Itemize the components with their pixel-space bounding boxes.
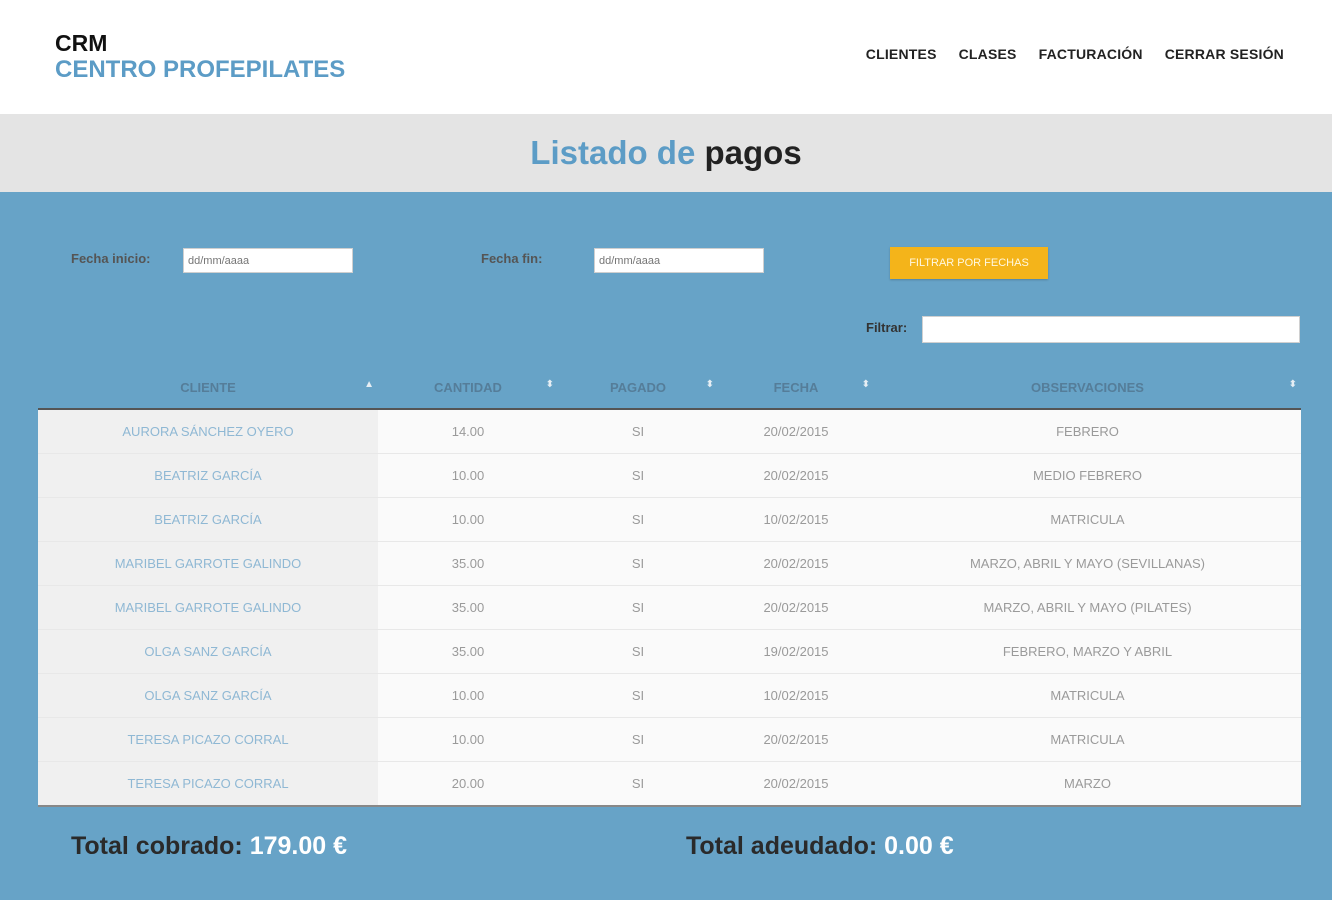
page-title: Listado de pagos	[0, 114, 1332, 192]
table-row: BEATRIZ GARCÍA 10.00 SI 10/02/2015 MATRI…	[38, 497, 1301, 542]
cell-cantidad: 10.00	[378, 453, 558, 498]
cell-cliente[interactable]: OLGA SANZ GARCÍA	[38, 673, 378, 718]
column-header-label: CANTIDAD	[434, 379, 502, 395]
start-date-input[interactable]	[183, 248, 353, 273]
cell-observaciones: MARZO, ABRIL Y MAYO (PILATES)	[874, 585, 1301, 630]
end-date-label: Fecha fin:	[481, 251, 543, 266]
cell-cantidad: 10.00	[378, 673, 558, 718]
table-row: OLGA SANZ GARCÍA 35.00 SI 19/02/2015 FEB…	[38, 629, 1301, 674]
table-row: TERESA PICAZO CORRAL 10.00 SI 20/02/2015…	[38, 717, 1301, 762]
cell-pagado: SI	[558, 541, 718, 586]
column-header-cantidad[interactable]: CANTIDAD ⬍	[378, 366, 558, 410]
cell-fecha: 20/02/2015	[718, 585, 874, 630]
search-label: Filtrar:	[866, 320, 908, 335]
search-input[interactable]	[922, 316, 1300, 343]
cell-cantidad: 35.00	[378, 541, 558, 586]
sort-icon[interactable]: ⬍	[546, 379, 554, 390]
cell-observaciones: MATRICULA	[874, 497, 1301, 542]
total-owed-value: 0.00 €	[884, 832, 954, 860]
header: CRM CENTRO PROFEPILATES CLIENTES CLASES …	[0, 0, 1332, 114]
cell-observaciones: FEBRERO, MARZO Y ABRIL	[874, 629, 1301, 674]
column-header-pagado[interactable]: PAGADO ⬍	[558, 366, 718, 410]
payments-table: CLIENTE ▲ CANTIDAD ⬍ PAGADO ⬍ FECHA ⬍ OBSERV…	[38, 366, 1301, 807]
brand-logo[interactable]: CRM CENTRO PROFEPILATES	[55, 30, 345, 84]
cell-pagado: SI	[558, 673, 718, 718]
cell-pagado: SI	[558, 409, 718, 454]
table-row: TERESA PICAZO CORRAL 20.00 SI 20/02/2015…	[38, 761, 1301, 807]
cell-cliente[interactable]: AURORA SÁNCHEZ OYERO	[38, 409, 378, 454]
page-title-part1: Listado de	[530, 134, 696, 171]
sort-icon[interactable]: ⬍	[862, 379, 870, 390]
cell-pagado: SI	[558, 717, 718, 762]
nav-clientes[interactable]: CLIENTES	[866, 46, 937, 62]
cell-fecha: 20/02/2015	[718, 453, 874, 498]
column-header-observaciones[interactable]: OBSERVACIONES ⬍	[874, 366, 1301, 410]
title-band: Listado de pagos	[0, 114, 1332, 192]
main-nav: CLIENTES CLASES FACTURACIÓN CERRAR SESIÓ…	[866, 46, 1284, 62]
table-row: MARIBEL GARROTE GALINDO 35.00 SI 20/02/2…	[38, 541, 1301, 586]
page-title-part2: pagos	[704, 134, 802, 171]
column-header-label: CLIENTE	[180, 379, 236, 395]
filter-by-dates-button[interactable]: FILTRAR POR FECHAS	[890, 247, 1048, 279]
cell-fecha: 20/02/2015	[718, 409, 874, 454]
total-collected-label: Total cobrado:	[71, 832, 243, 860]
nav-cerrar-sesion[interactable]: CERRAR SESIÓN	[1165, 46, 1284, 62]
column-header-label: PAGADO	[609, 379, 667, 395]
cell-fecha: 20/02/2015	[718, 761, 874, 807]
cell-observaciones: FEBRERO	[874, 409, 1301, 454]
cell-observaciones: MARZO, ABRIL Y MAYO (SEVILLANAS)	[874, 541, 1301, 586]
cell-pagado: SI	[558, 585, 718, 630]
brand-name: CENTRO PROFEPILATES	[55, 56, 346, 83]
cell-cantidad: 14.00	[378, 409, 558, 454]
cell-observaciones: MATRICULA	[874, 717, 1301, 762]
sort-icon[interactable]: ⬍	[1289, 379, 1297, 390]
sort-icon[interactable]: ▲	[364, 379, 374, 390]
cell-cantidad: 35.00	[378, 629, 558, 674]
table-row: BEATRIZ GARCÍA 10.00 SI 20/02/2015 MEDIO…	[38, 453, 1301, 498]
column-header-fecha[interactable]: FECHA ⬍	[718, 366, 874, 410]
cell-cliente[interactable]: OLGA SANZ GARCÍA	[38, 629, 378, 674]
total-collected: Total cobrado: 179.00 €	[71, 832, 347, 861]
cell-fecha: 19/02/2015	[718, 629, 874, 674]
sort-icon[interactable]: ⬍	[706, 379, 714, 390]
nav-facturacion[interactable]: FACTURACIÓN	[1039, 46, 1143, 62]
cell-cliente[interactable]: TERESA PICAZO CORRAL	[38, 761, 378, 807]
cell-cliente[interactable]: MARIBEL GARROTE GALINDO	[38, 585, 378, 630]
table-row: OLGA SANZ GARCÍA 10.00 SI 10/02/2015 MAT…	[38, 673, 1301, 718]
cell-cliente[interactable]: BEATRIZ GARCÍA	[38, 497, 378, 542]
cell-cantidad: 10.00	[378, 497, 558, 542]
cell-fecha: 20/02/2015	[718, 717, 874, 762]
start-date-label: Fecha inicio:	[71, 251, 151, 266]
cell-fecha: 20/02/2015	[718, 541, 874, 586]
table-row: AURORA SÁNCHEZ OYERO 14.00 SI 20/02/2015…	[38, 409, 1301, 454]
cell-pagado: SI	[558, 629, 718, 674]
cell-cliente[interactable]: MARIBEL GARROTE GALINDO	[38, 541, 378, 586]
column-header-label: FECHA	[773, 379, 819, 395]
cell-cantidad: 20.00	[378, 761, 558, 807]
brand-crm: CRM	[55, 30, 108, 56]
cell-pagado: SI	[558, 453, 718, 498]
end-date-input[interactable]	[594, 248, 764, 273]
cell-pagado: SI	[558, 761, 718, 807]
table-row: MARIBEL GARROTE GALINDO 35.00 SI 20/02/2…	[38, 585, 1301, 630]
cell-observaciones: MARZO	[874, 761, 1301, 807]
cell-cantidad: 10.00	[378, 717, 558, 762]
total-owed: Total adeudado: 0.00 €	[686, 832, 954, 861]
cell-cantidad: 35.00	[378, 585, 558, 630]
cell-observaciones: MEDIO FEBRERO	[874, 453, 1301, 498]
cell-pagado: SI	[558, 497, 718, 542]
column-header-label: OBSERVACIONES	[1031, 379, 1144, 395]
cell-fecha: 10/02/2015	[718, 497, 874, 542]
cell-cliente[interactable]: TERESA PICAZO CORRAL	[38, 717, 378, 762]
cell-fecha: 10/02/2015	[718, 673, 874, 718]
cell-observaciones: MATRICULA	[874, 673, 1301, 718]
column-header-cliente[interactable]: CLIENTE ▲	[38, 366, 378, 410]
nav-clases[interactable]: CLASES	[959, 46, 1017, 62]
cell-cliente[interactable]: BEATRIZ GARCÍA	[38, 453, 378, 498]
total-collected-value: 179.00 €	[249, 832, 348, 860]
table-header-row: CLIENTE ▲ CANTIDAD ⬍ PAGADO ⬍ FECHA ⬍ OBSERV…	[38, 366, 1301, 410]
total-owed-label: Total adeudado:	[686, 832, 878, 860]
